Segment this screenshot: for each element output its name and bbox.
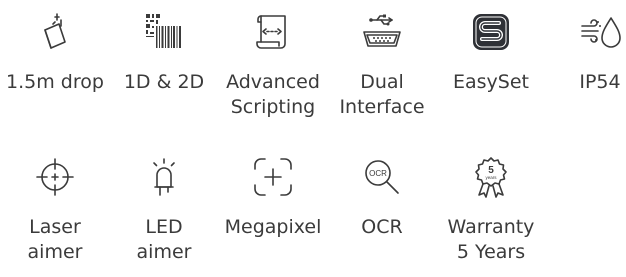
feature-label: Megapixel <box>224 216 322 238</box>
feature-label: Dual Interface <box>339 71 425 118</box>
feature-barcode: 1D & 2D <box>109 10 219 95</box>
ip54-icon <box>545 10 626 54</box>
usb-serial-icon <box>327 10 437 54</box>
led-aimer-icon <box>109 155 219 199</box>
feature-label: Laser aimer <box>27 216 83 263</box>
barcode-icon <box>109 10 219 54</box>
feature-ocr: OCR OCR <box>327 155 437 240</box>
feature-label: Advanced Scripting <box>226 71 320 118</box>
feature-label: Warranty 5 Years <box>447 216 535 263</box>
feature-label: 1.5m drop <box>6 71 104 93</box>
feature-scripting: Advanced Scripting <box>218 10 328 120</box>
feature-label: LED aimer <box>136 216 192 263</box>
easyset-icon <box>436 10 546 54</box>
feature-label: IP54 <box>579 71 621 93</box>
feature-label: OCR <box>361 216 403 238</box>
laser-aimer-icon <box>0 155 110 199</box>
feature-warranty: 5 years Warranty 5 Years <box>436 155 546 265</box>
feature-ip54: IP54 <box>545 10 626 95</box>
drop-icon <box>0 10 110 54</box>
warranty-icon-unit: years <box>485 175 497 180</box>
script-icon <box>218 10 328 54</box>
feature-label: 1D & 2D <box>123 71 205 93</box>
feature-megapixel: Megapixel <box>218 155 328 240</box>
feature-dual-interface: Dual Interface <box>327 10 437 120</box>
ocr-icon-text: OCR <box>369 169 387 178</box>
feature-led-aimer: LED aimer <box>109 155 219 265</box>
feature-drop: 1.5m drop <box>0 10 110 95</box>
warranty-icon: 5 years <box>436 155 546 199</box>
ocr-icon: OCR <box>327 155 437 199</box>
megapixel-icon <box>218 155 328 199</box>
feature-label: EasySet <box>453 71 529 93</box>
feature-easyset: EasySet <box>436 10 546 95</box>
feature-laser-aimer: Laser aimer <box>0 155 110 265</box>
feature-grid: 1.5m drop 1D & 2D Advanced Scripting Dua… <box>0 0 626 277</box>
